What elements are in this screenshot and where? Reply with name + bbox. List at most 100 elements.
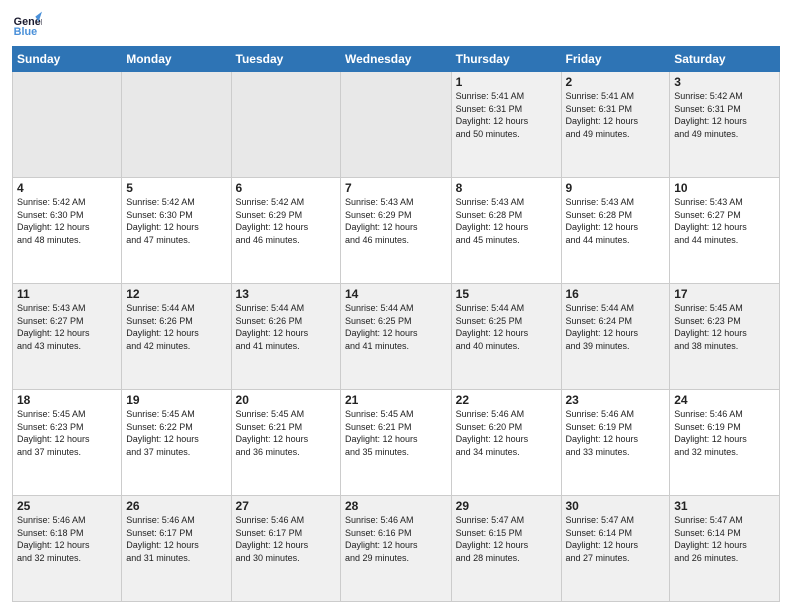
calendar-row: 1Sunrise: 5:41 AM Sunset: 6:31 PM Daylig…	[13, 72, 780, 178]
calendar-cell: 18Sunrise: 5:45 AM Sunset: 6:23 PM Dayli…	[13, 390, 122, 496]
day-number: 15	[456, 287, 557, 301]
calendar-cell: 10Sunrise: 5:43 AM Sunset: 6:27 PM Dayli…	[670, 178, 780, 284]
day-number: 6	[236, 181, 336, 195]
day-info: Sunrise: 5:43 AM Sunset: 6:27 PM Dayligh…	[674, 196, 775, 246]
calendar-cell: 15Sunrise: 5:44 AM Sunset: 6:25 PM Dayli…	[451, 284, 561, 390]
day-info: Sunrise: 5:42 AM Sunset: 6:30 PM Dayligh…	[126, 196, 226, 246]
day-info: Sunrise: 5:45 AM Sunset: 6:23 PM Dayligh…	[17, 408, 117, 458]
calendar-row: 11Sunrise: 5:43 AM Sunset: 6:27 PM Dayli…	[13, 284, 780, 390]
day-info: Sunrise: 5:41 AM Sunset: 6:31 PM Dayligh…	[456, 90, 557, 140]
calendar-cell: 16Sunrise: 5:44 AM Sunset: 6:24 PM Dayli…	[561, 284, 670, 390]
day-number: 3	[674, 75, 775, 89]
day-info: Sunrise: 5:44 AM Sunset: 6:25 PM Dayligh…	[345, 302, 447, 352]
day-number: 21	[345, 393, 447, 407]
day-info: Sunrise: 5:45 AM Sunset: 6:22 PM Dayligh…	[126, 408, 226, 458]
calendar-cell: 28Sunrise: 5:46 AM Sunset: 6:16 PM Dayli…	[341, 496, 452, 602]
calendar-cell: 29Sunrise: 5:47 AM Sunset: 6:15 PM Dayli…	[451, 496, 561, 602]
day-number: 1	[456, 75, 557, 89]
day-number: 12	[126, 287, 226, 301]
day-number: 13	[236, 287, 336, 301]
calendar-cell: 2Sunrise: 5:41 AM Sunset: 6:31 PM Daylig…	[561, 72, 670, 178]
calendar-cell: 14Sunrise: 5:44 AM Sunset: 6:25 PM Dayli…	[341, 284, 452, 390]
svg-text:Blue: Blue	[14, 26, 37, 38]
day-number: 23	[566, 393, 666, 407]
header-day: Saturday	[670, 47, 780, 72]
day-number: 29	[456, 499, 557, 513]
day-info: Sunrise: 5:44 AM Sunset: 6:24 PM Dayligh…	[566, 302, 666, 352]
day-info: Sunrise: 5:43 AM Sunset: 6:29 PM Dayligh…	[345, 196, 447, 246]
day-number: 11	[17, 287, 117, 301]
day-number: 16	[566, 287, 666, 301]
header: General Blue	[12, 10, 780, 40]
calendar-cell: 24Sunrise: 5:46 AM Sunset: 6:19 PM Dayli…	[670, 390, 780, 496]
calendar-cell: 26Sunrise: 5:46 AM Sunset: 6:17 PM Dayli…	[122, 496, 231, 602]
day-info: Sunrise: 5:45 AM Sunset: 6:21 PM Dayligh…	[236, 408, 336, 458]
calendar-cell	[231, 72, 340, 178]
day-info: Sunrise: 5:46 AM Sunset: 6:19 PM Dayligh…	[674, 408, 775, 458]
day-number: 14	[345, 287, 447, 301]
day-number: 7	[345, 181, 447, 195]
calendar-cell: 25Sunrise: 5:46 AM Sunset: 6:18 PM Dayli…	[13, 496, 122, 602]
header-day: Friday	[561, 47, 670, 72]
calendar-page: General Blue SundayMondayTuesdayWednesda…	[0, 0, 792, 612]
day-info: Sunrise: 5:46 AM Sunset: 6:18 PM Dayligh…	[17, 514, 117, 564]
day-number: 10	[674, 181, 775, 195]
day-info: Sunrise: 5:42 AM Sunset: 6:31 PM Dayligh…	[674, 90, 775, 140]
calendar-row: 18Sunrise: 5:45 AM Sunset: 6:23 PM Dayli…	[13, 390, 780, 496]
day-number: 22	[456, 393, 557, 407]
calendar-row: 4Sunrise: 5:42 AM Sunset: 6:30 PM Daylig…	[13, 178, 780, 284]
day-number: 8	[456, 181, 557, 195]
day-info: Sunrise: 5:47 AM Sunset: 6:14 PM Dayligh…	[566, 514, 666, 564]
day-info: Sunrise: 5:46 AM Sunset: 6:20 PM Dayligh…	[456, 408, 557, 458]
day-info: Sunrise: 5:46 AM Sunset: 6:17 PM Dayligh…	[126, 514, 226, 564]
day-info: Sunrise: 5:45 AM Sunset: 6:21 PM Dayligh…	[345, 408, 447, 458]
calendar-cell	[13, 72, 122, 178]
header-day: Wednesday	[341, 47, 452, 72]
header-day: Sunday	[13, 47, 122, 72]
day-info: Sunrise: 5:43 AM Sunset: 6:27 PM Dayligh…	[17, 302, 117, 352]
calendar-cell: 7Sunrise: 5:43 AM Sunset: 6:29 PM Daylig…	[341, 178, 452, 284]
day-number: 5	[126, 181, 226, 195]
calendar-cell: 6Sunrise: 5:42 AM Sunset: 6:29 PM Daylig…	[231, 178, 340, 284]
header-day: Monday	[122, 47, 231, 72]
day-info: Sunrise: 5:41 AM Sunset: 6:31 PM Dayligh…	[566, 90, 666, 140]
header-day: Thursday	[451, 47, 561, 72]
day-info: Sunrise: 5:42 AM Sunset: 6:30 PM Dayligh…	[17, 196, 117, 246]
day-info: Sunrise: 5:44 AM Sunset: 6:26 PM Dayligh…	[236, 302, 336, 352]
calendar-cell: 5Sunrise: 5:42 AM Sunset: 6:30 PM Daylig…	[122, 178, 231, 284]
header-row: SundayMondayTuesdayWednesdayThursdayFrid…	[13, 47, 780, 72]
calendar-cell: 20Sunrise: 5:45 AM Sunset: 6:21 PM Dayli…	[231, 390, 340, 496]
calendar-cell	[122, 72, 231, 178]
day-number: 18	[17, 393, 117, 407]
logo-icon: General Blue	[12, 10, 42, 40]
day-number: 17	[674, 287, 775, 301]
day-info: Sunrise: 5:46 AM Sunset: 6:17 PM Dayligh…	[236, 514, 336, 564]
day-number: 19	[126, 393, 226, 407]
day-info: Sunrise: 5:46 AM Sunset: 6:16 PM Dayligh…	[345, 514, 447, 564]
day-number: 31	[674, 499, 775, 513]
calendar-cell: 27Sunrise: 5:46 AM Sunset: 6:17 PM Dayli…	[231, 496, 340, 602]
calendar-table: SundayMondayTuesdayWednesdayThursdayFrid…	[12, 46, 780, 602]
calendar-cell: 11Sunrise: 5:43 AM Sunset: 6:27 PM Dayli…	[13, 284, 122, 390]
day-number: 28	[345, 499, 447, 513]
calendar-row: 25Sunrise: 5:46 AM Sunset: 6:18 PM Dayli…	[13, 496, 780, 602]
day-number: 27	[236, 499, 336, 513]
day-number: 26	[126, 499, 226, 513]
day-info: Sunrise: 5:47 AM Sunset: 6:14 PM Dayligh…	[674, 514, 775, 564]
day-number: 2	[566, 75, 666, 89]
calendar-cell	[341, 72, 452, 178]
calendar-cell: 23Sunrise: 5:46 AM Sunset: 6:19 PM Dayli…	[561, 390, 670, 496]
day-info: Sunrise: 5:44 AM Sunset: 6:25 PM Dayligh…	[456, 302, 557, 352]
day-info: Sunrise: 5:46 AM Sunset: 6:19 PM Dayligh…	[566, 408, 666, 458]
calendar-cell: 4Sunrise: 5:42 AM Sunset: 6:30 PM Daylig…	[13, 178, 122, 284]
day-number: 24	[674, 393, 775, 407]
day-number: 25	[17, 499, 117, 513]
calendar-cell: 31Sunrise: 5:47 AM Sunset: 6:14 PM Dayli…	[670, 496, 780, 602]
calendar-cell: 8Sunrise: 5:43 AM Sunset: 6:28 PM Daylig…	[451, 178, 561, 284]
calendar-cell: 1Sunrise: 5:41 AM Sunset: 6:31 PM Daylig…	[451, 72, 561, 178]
day-info: Sunrise: 5:42 AM Sunset: 6:29 PM Dayligh…	[236, 196, 336, 246]
logo: General Blue	[12, 10, 42, 40]
calendar-cell: 30Sunrise: 5:47 AM Sunset: 6:14 PM Dayli…	[561, 496, 670, 602]
calendar-cell: 12Sunrise: 5:44 AM Sunset: 6:26 PM Dayli…	[122, 284, 231, 390]
calendar-cell: 3Sunrise: 5:42 AM Sunset: 6:31 PM Daylig…	[670, 72, 780, 178]
